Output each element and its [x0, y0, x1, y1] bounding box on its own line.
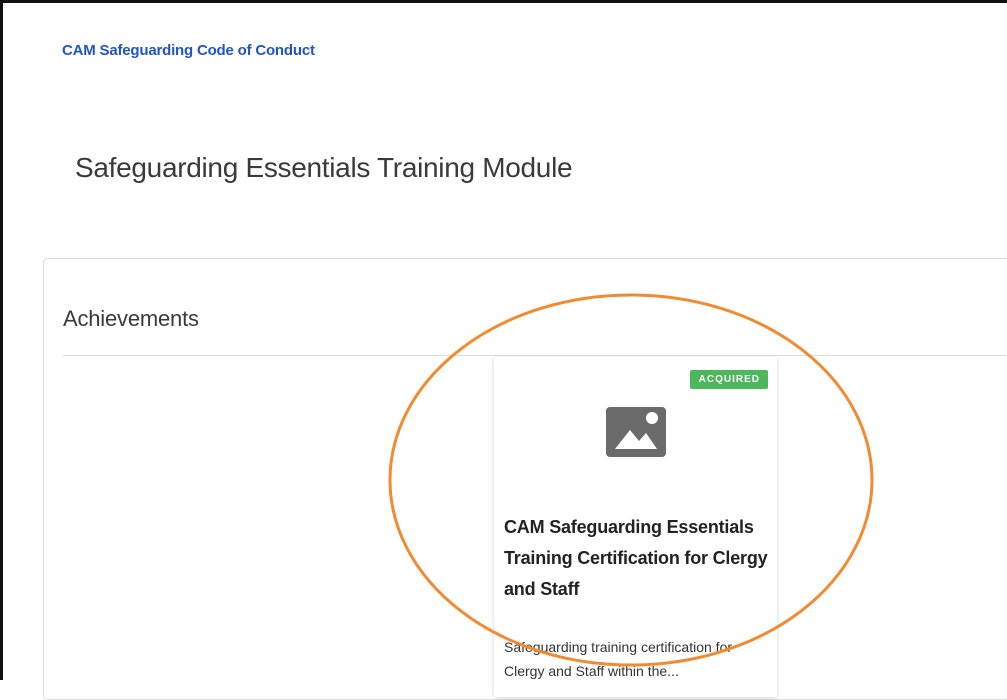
page-title: Safeguarding Essentials Training Module	[75, 152, 573, 183]
section-divider	[63, 355, 1007, 356]
achievement-card[interactable]: ACQUIRED CAM Safeguarding Essentials Tra…	[494, 357, 777, 697]
breadcrumb-link[interactable]: CAM Safeguarding Code of Conduct	[62, 42, 315, 59]
achievement-title: CAM Safeguarding Essentials Training Cer…	[504, 517, 768, 599]
status-badge: ACQUIRED	[689, 370, 768, 389]
achievement-description: Safeguarding training certification for …	[504, 639, 733, 679]
achievements-section-title: Achievements	[63, 306, 199, 331]
image-placeholder-icon	[606, 407, 666, 457]
